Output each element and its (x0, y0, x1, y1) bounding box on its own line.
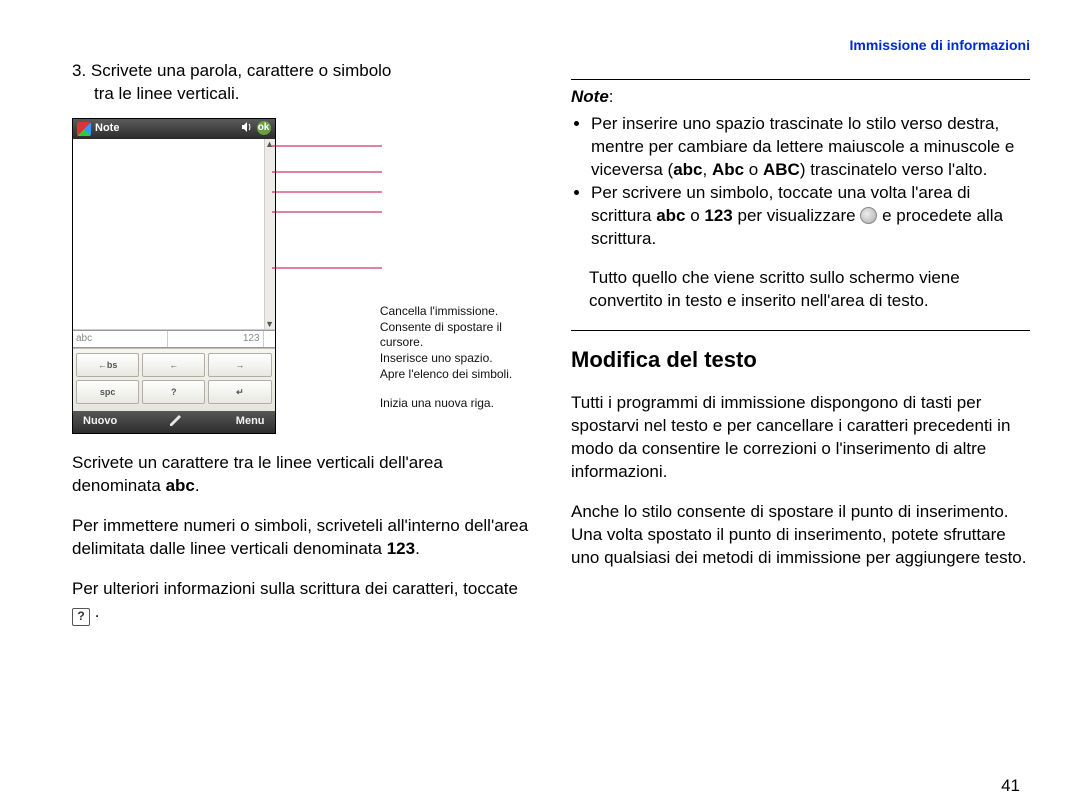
pen-icon (168, 412, 186, 431)
strip-abc: abc (73, 331, 168, 347)
spc-button: spc (76, 380, 139, 404)
strip-123: 123 (168, 331, 262, 347)
heading-modifica: Modifica del testo (571, 345, 1030, 375)
note-divider (571, 79, 1030, 80)
step3: 3. Scrivete una parola, carattere o simb… (72, 60, 531, 106)
right-column: Immissione di informazioni Note: Per ins… (571, 36, 1030, 643)
button-block: ←bs ← → spc ? ↵ (73, 348, 275, 411)
enter-button: ↵ (208, 380, 271, 404)
callout-3: Inserisce uno spazio. (380, 351, 531, 365)
note-canvas: ▲ ▼ (73, 139, 275, 330)
callout-1: Cancella l'immissione. (380, 304, 531, 318)
note-bullets: Per inserire uno spazio trascinate lo st… (571, 113, 1030, 251)
symbol-circle-icon (860, 207, 877, 224)
after-note: Tutto quello che viene scritto sullo sch… (589, 267, 1030, 313)
right-h-p1: Tutti i programmi di immissione dispongo… (571, 392, 1030, 484)
step3-line1: 3. Scrivete una parola, carattere o simb… (72, 61, 391, 80)
callout-connector-lines (272, 118, 384, 298)
left-p1: Scrivete un carattere tra le linee verti… (72, 452, 531, 498)
left-column: 3. Scrivete una parola, carattere o simb… (72, 36, 531, 643)
bottom-right-menu: Menu (236, 414, 265, 429)
device-bottombar: Nuovo Menu (73, 411, 275, 433)
callouts: Cancella l'immissione. Consente di spost… (280, 118, 531, 412)
left-p2: Per immettere numeri o simboli, scrivete… (72, 515, 531, 561)
note-divider-bottom (571, 330, 1030, 331)
right-button: → (208, 353, 271, 377)
callout-5: Inizia una nuova riga. (380, 396, 531, 410)
bottom-left-nuovo: Nuovo (83, 414, 117, 429)
note-bullet-1: Per inserire uno spazio trascinate lo st… (591, 113, 1030, 182)
input-strip: abc 123 (73, 330, 275, 348)
step3-line2: tra le linee verticali. (72, 83, 240, 106)
question-icon: ? (72, 608, 90, 626)
note-bullet-2: Per scrivere un simbolo, toccate una vol… (591, 182, 1030, 251)
left-button: ← (142, 353, 205, 377)
right-h-p2: Anche lo stilo consente di spostare il p… (571, 501, 1030, 570)
bs-button: ←bs (76, 353, 139, 377)
callout-2: Consente di spostare il cursore. (380, 320, 531, 349)
page-number: 41 (1001, 776, 1020, 796)
left-p3: Per ulteriori informazioni sulla scrittu… (72, 578, 531, 626)
question-button: ? (142, 380, 205, 404)
device-screenshot-block: Note ok ▲ ▼ abc (72, 118, 531, 434)
header-section-label: Immissione di informazioni (571, 36, 1030, 55)
device-titlebar: Note ok (73, 119, 275, 139)
note-line: Note: (571, 86, 1030, 109)
app-title: Note (95, 121, 119, 136)
device-screenshot: Note ok ▲ ▼ abc (72, 118, 276, 434)
ok-button: ok (257, 121, 271, 135)
volume-icon (241, 121, 253, 138)
start-flag-icon (77, 122, 91, 136)
scroll-down-icon: ▼ (265, 319, 275, 329)
callout-4: Apre l'elenco dei simboli. (380, 367, 531, 381)
